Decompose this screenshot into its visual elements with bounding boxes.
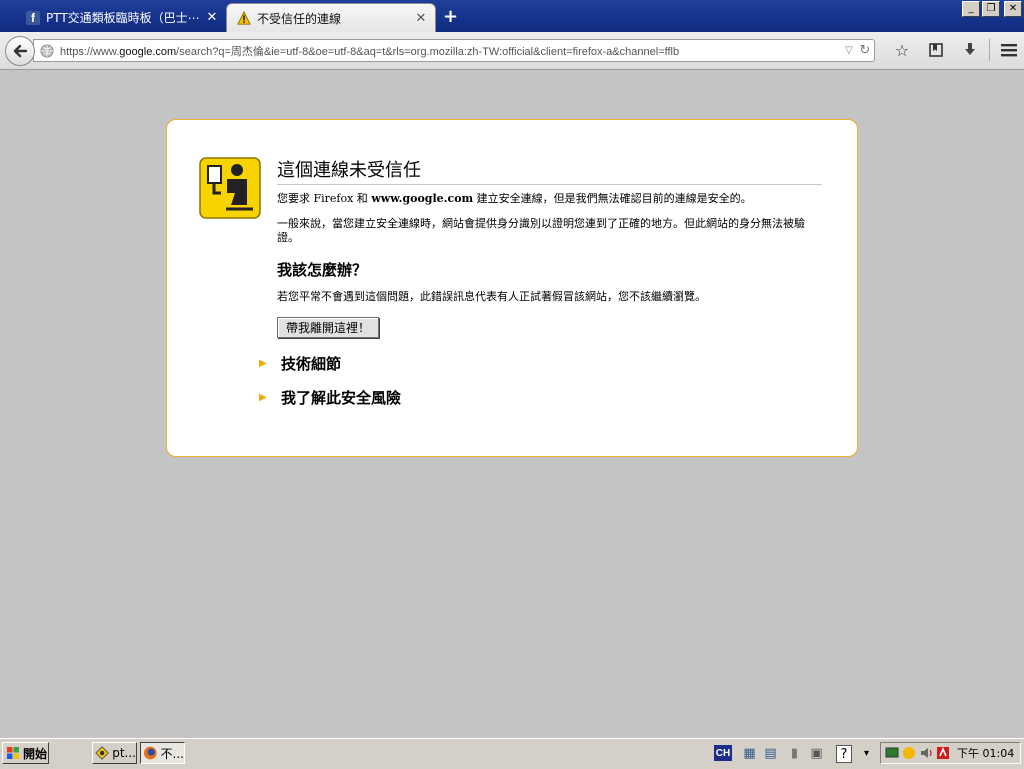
app-icon [95, 746, 109, 760]
tab-ptt[interactable]: f PTT交通類板臨時板（巴士⋯ ✕ [16, 3, 226, 32]
downloads-icon[interactable] [953, 39, 987, 61]
url-prefix: https://www. [60, 45, 120, 58]
antivirus-icon[interactable] [936, 746, 950, 760]
bookmarks-list-icon [929, 43, 943, 57]
volume-icon[interactable] [919, 746, 933, 760]
error-page-container: 這個連線未受信任 您要求 Firefox 和 www.google.com 建立… [166, 119, 858, 457]
reload-icon[interactable]: ↻ [856, 43, 874, 58]
taskbar-item-label: 不... [160, 746, 184, 761]
restore-button[interactable]: ❐ [982, 1, 1000, 17]
error-explanation: 一般來說，當您建立安全連線時，網站會提供身分識別以證明您連到了正確的地方。但此網… [277, 217, 805, 244]
back-button[interactable] [5, 36, 35, 66]
technical-details-label: 技術細節 [281, 355, 342, 373]
firefox-icon [143, 746, 157, 760]
taskbar: 開始 pt... 不... CH ▦ ▤ ▮ ▣ ? ▾ 下午 01:04 [0, 738, 1024, 769]
tab-close-icon[interactable]: ✕ [413, 11, 429, 26]
hamburger-menu-icon [1001, 44, 1017, 57]
what-to-do-text: 若您平常不會遇到這個問題，此錯誤訊息代表有人正試著假冒該網站，您不該繼續瀏覽。 [277, 290, 706, 303]
new-tab-button[interactable]: + [443, 6, 458, 27]
help-icon[interactable]: ? [836, 745, 852, 763]
bookmarks-menu-icon[interactable] [919, 39, 953, 61]
ime-input-mode-icon[interactable]: ▦ [741, 745, 758, 761]
url-bar[interactable]: https://www.google.com/search?q=周杰倫&ie=u… [33, 39, 875, 62]
error-title: 這個連線未受信任 [277, 156, 822, 185]
back-arrow-icon [13, 44, 28, 58]
tab-bar: f PTT交通類板臨時板（巴士⋯ ✕ 不受信任的連線 ✕ + _ ❐ ✕ [0, 0, 1024, 32]
start-button[interactable]: 開始 [2, 742, 49, 764]
system-tray: 下午 01:04 [880, 742, 1021, 764]
minimize-button[interactable]: _ [962, 1, 980, 17]
tab-untrusted-connection[interactable]: 不受信任的連線 ✕ [226, 3, 436, 32]
url-path: /search?q=周杰倫&ie=utf-8&oe=utf-8&aq=t&rls… [176, 45, 680, 58]
toolbar-separator [989, 39, 990, 61]
understand-risks-expander[interactable]: ▶ 我了解此安全風險 [259, 387, 401, 408]
security-guard-icon [199, 157, 261, 219]
shield-icon[interactable] [902, 746, 916, 760]
download-arrow-icon [965, 43, 975, 55]
warning-icon [237, 11, 251, 25]
ime-punctuation-icon[interactable]: ▮ [786, 745, 803, 761]
expand-triangle-icon: ▶ [259, 392, 267, 403]
menu-button[interactable] [992, 39, 1024, 61]
tab-title: PTT交通類板臨時板（巴士⋯ [46, 11, 200, 25]
monitor-icon[interactable] [885, 746, 899, 760]
what-to-do-heading: 我該怎麼辦？ [277, 261, 368, 279]
start-label: 開始 [23, 746, 48, 761]
url-text[interactable]: https://www.google.com/search?q=周杰倫&ie=u… [60, 43, 842, 59]
ime-menu-arrow-icon[interactable]: ▾ [858, 745, 875, 761]
tab-close-icon[interactable]: ✕ [204, 10, 220, 25]
tab-title: 不受信任的連線 [257, 11, 342, 26]
navigation-toolbar: https://www.google.com/search?q=周杰倫&ie=u… [0, 32, 1024, 70]
error-intro: 您要求 Firefox 和 www.google.com 建立安全連線，但是我們… [277, 192, 822, 206]
technical-details-expander[interactable]: ▶ 技術細節 [259, 353, 341, 374]
expand-triangle-icon: ▶ [259, 358, 267, 369]
intro-text: 您要求 Firefox 和 [277, 192, 372, 205]
ime-shape-icon[interactable]: ▤ [762, 745, 779, 761]
host-name: www.google.com [371, 192, 474, 205]
globe-icon [40, 44, 54, 57]
taskbar-item-ptt[interactable]: pt... [92, 742, 137, 764]
taskbar-item-label: pt... [112, 746, 136, 760]
system-clock: 下午 01:04 [957, 747, 1015, 760]
window-controls: _ ❐ ✕ [962, 1, 1022, 17]
intro-text-end: 建立安全連線，但是我們無法確認目前的連線是安全的。 [473, 192, 752, 205]
windows-logo-icon [7, 747, 19, 759]
url-host: google.com [119, 45, 177, 58]
ime-language-indicator[interactable]: CH [714, 745, 732, 761]
bookmark-star-icon[interactable]: ☆ [885, 39, 919, 61]
understand-risks-label: 我了解此安全風險 [281, 389, 402, 407]
facebook-icon: f [26, 10, 40, 25]
get-me-out-button[interactable]: 帶我離開這裡！ [277, 317, 380, 338]
ime-settings-icon[interactable]: ▣ [808, 745, 825, 761]
close-window-button[interactable]: ✕ [1004, 1, 1022, 17]
toolbar-icons: ☆ [885, 39, 1024, 61]
taskbar-item-firefox[interactable]: 不... [140, 742, 185, 764]
url-dropdown-icon[interactable]: ▽ [842, 45, 856, 56]
